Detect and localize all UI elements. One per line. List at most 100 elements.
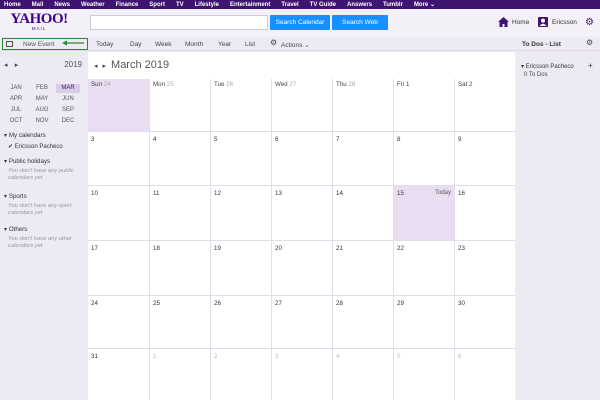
day-cell[interactable]: 23 [454, 240, 515, 295]
add-todo-icon[interactable]: + [588, 62, 593, 70]
month-aug[interactable]: AUG [30, 106, 54, 115]
search-web-button[interactable]: Search Web [332, 15, 388, 30]
day-cell[interactable]: 3 [271, 348, 332, 400]
top-nav-item[interactable]: Weather [81, 2, 105, 8]
day-cell[interactable]: 26 [210, 295, 271, 348]
day-cell[interactable]: 17 [88, 240, 149, 295]
home-icon[interactable] [498, 17, 509, 27]
month-feb[interactable]: FEB [30, 84, 54, 93]
day-cell[interactable]: 7 [332, 131, 393, 185]
day-cell[interactable]: 18 [149, 240, 210, 295]
day-cell[interactable]: 21 [332, 240, 393, 295]
day-cell[interactable]: 10 [88, 185, 149, 240]
view-list-button[interactable]: List [245, 41, 255, 48]
day-cell-first-week[interactable]: Mon 25 [149, 79, 210, 131]
prev-year-arrow-icon[interactable]: ◂ [4, 62, 8, 69]
month-mar[interactable]: MAR [56, 84, 80, 93]
day-cell[interactable]: 15 Today [393, 185, 454, 240]
my-calendars-header[interactable]: ▾ My calendars [4, 132, 46, 139]
month-sep[interactable]: SEP [56, 106, 80, 115]
others-header[interactable]: ▾ Others [4, 226, 27, 233]
day-cell-first-week[interactable]: Tue 26 [210, 79, 271, 131]
month-apr[interactable]: APR [4, 95, 28, 104]
top-nav-item[interactable]: Tumblr [383, 2, 403, 8]
day-cell[interactable]: 12 [210, 185, 271, 240]
top-nav-item[interactable]: Lifestyle [195, 2, 219, 8]
top-nav-item[interactable]: More ⌄ [414, 1, 435, 8]
view-month-button[interactable]: Month [185, 41, 203, 48]
view-week-button[interactable]: Week [155, 41, 172, 48]
day-cell[interactable]: 20 [271, 240, 332, 295]
day-number: 18 [153, 245, 160, 252]
day-cell[interactable]: 5 [393, 348, 454, 400]
day-cell[interactable]: 4 [332, 348, 393, 400]
day-cell[interactable]: 6 [271, 131, 332, 185]
top-nav-item[interactable]: Mail [32, 2, 44, 8]
day-cell[interactable]: 28 [332, 295, 393, 348]
sports-header[interactable]: ▾ Sports [4, 193, 27, 200]
day-cell[interactable]: 13 [271, 185, 332, 240]
user-name-link[interactable]: Ericsson [552, 19, 577, 26]
top-nav-item[interactable]: Sport [149, 2, 165, 8]
day-cell[interactable]: 8 [393, 131, 454, 185]
day-cell-first-week[interactable]: Thu 28 [332, 79, 393, 131]
settings-gear-icon[interactable]: ⚙ [585, 18, 594, 28]
home-link[interactable]: Home [512, 19, 529, 26]
day-cell[interactable]: 3 [88, 131, 149, 185]
day-cell[interactable]: 24 [88, 295, 149, 348]
day-cell[interactable]: 31 [88, 348, 149, 400]
day-cell[interactable]: 25 [149, 295, 210, 348]
user-avatar-icon[interactable] [538, 17, 548, 27]
prev-month-arrow-icon[interactable]: ◂ [94, 63, 98, 70]
my-calendar-item[interactable]: ✔ Ericsson Pacheco [8, 143, 63, 150]
day-cell[interactable]: 30 [454, 295, 515, 348]
day-cell[interactable]: 1 [149, 348, 210, 400]
top-nav-item[interactable]: Finance [116, 2, 139, 8]
month-jan[interactable]: JAN [4, 84, 28, 93]
month-jul[interactable]: JUL [4, 106, 28, 115]
day-cell-first-week[interactable]: Fri 1 [393, 79, 454, 131]
month-dec[interactable]: DEC [56, 117, 80, 126]
day-cell[interactable]: 6 [454, 348, 515, 400]
day-cell[interactable]: 14 [332, 185, 393, 240]
day-cell[interactable]: 2 [210, 348, 271, 400]
day-cell[interactable]: 27 [271, 295, 332, 348]
month-jun[interactable]: JUN [56, 95, 80, 104]
top-nav-item[interactable]: Entertainment [230, 2, 270, 8]
view-day-button[interactable]: Day [130, 41, 142, 48]
day-cell[interactable]: 16 [454, 185, 515, 240]
search-input[interactable] [90, 15, 268, 30]
day-cell[interactable]: 4 [149, 131, 210, 185]
yahoo-mail-logo[interactable]: YAHOO! MAIL [8, 12, 70, 32]
day-cell-first-week[interactable]: Wed 27 [271, 79, 332, 131]
day-cell[interactable]: 9 [454, 131, 515, 185]
top-nav-item[interactable]: TV Guide [310, 2, 336, 8]
month-nov[interactable]: NOV [30, 117, 54, 126]
next-year-arrow-icon[interactable]: ▸ [15, 62, 19, 69]
day-number: 3 [91, 136, 95, 143]
top-nav-item[interactable]: Answers [347, 2, 372, 8]
todo-user-item[interactable]: ▾ Ericsson Pacheco [521, 63, 574, 70]
day-cell[interactable]: 11 [149, 185, 210, 240]
month-may[interactable]: MAY [30, 95, 54, 104]
day-cell-first-week[interactable]: Sat 2 [454, 79, 515, 131]
public-holidays-header[interactable]: ▾ Public holidays [4, 158, 50, 165]
day-number: 30 [458, 300, 465, 307]
search-calendar-button[interactable]: Search Calendar [270, 15, 330, 30]
top-nav-item[interactable]: Home [4, 2, 21, 8]
actions-gear-icon[interactable]: ⚙ [270, 39, 277, 47]
day-cell[interactable]: 22 [393, 240, 454, 295]
top-nav-item[interactable]: TV [176, 2, 184, 8]
top-nav-item[interactable]: News [54, 2, 70, 8]
day-cell-first-week[interactable]: Sun 24 [88, 79, 149, 131]
month-oct[interactable]: OCT [4, 117, 28, 126]
top-nav-item[interactable]: Travel [281, 2, 298, 8]
day-cell[interactable]: 19 [210, 240, 271, 295]
next-month-arrow-icon[interactable]: ▸ [103, 63, 107, 70]
view-year-button[interactable]: Year [218, 41, 231, 48]
view-today-button[interactable]: Today [96, 41, 113, 48]
actions-menu[interactable]: Actions ⌄ [281, 41, 310, 49]
todo-gear-icon[interactable]: ⚙ [586, 39, 593, 47]
day-cell[interactable]: 29 [393, 295, 454, 348]
day-cell[interactable]: 5 [210, 131, 271, 185]
